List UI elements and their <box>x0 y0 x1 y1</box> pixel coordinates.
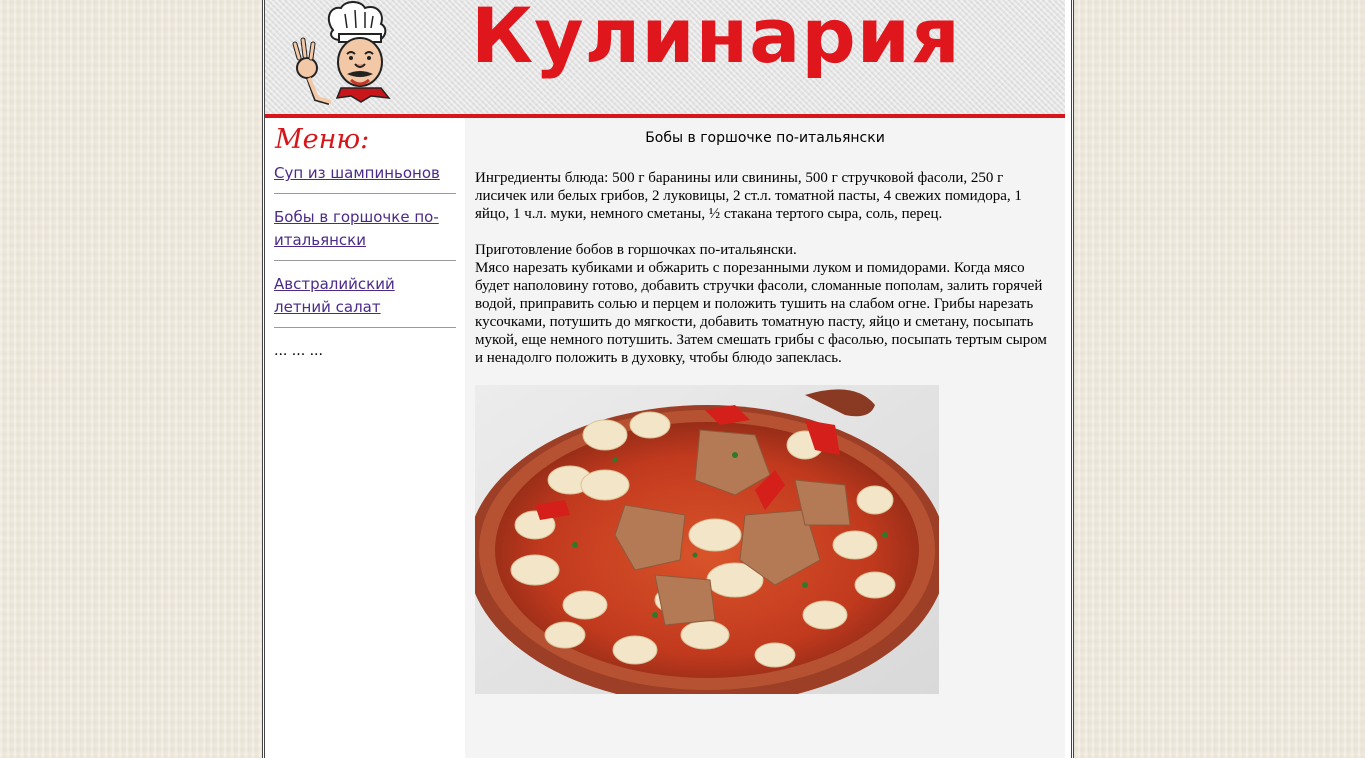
site-title: Кулинария <box>471 0 961 80</box>
recipe-ingredients: Ингредиенты блюда: 500 г баранины или св… <box>475 170 1022 222</box>
bean-stew-photo <box>475 385 939 694</box>
menu-heading: Меню: <box>275 124 370 155</box>
menu-list: Суп из шампиньонов Бобы в горшочке по-ит… <box>274 162 456 359</box>
site-header: Кулинария <box>265 0 1065 118</box>
sidebar-menu: Меню: Суп из шампиньонов Бобы в горшочке… <box>265 118 465 758</box>
menu-more-text: ... ... ... <box>274 343 323 359</box>
menu-link-mushroom-soup[interactable]: Суп из шампиньонов <box>274 164 440 182</box>
preparation-text: Мясо нарезать кубиками и обжарить с поре… <box>475 260 1047 366</box>
preparation-title: Приготовление бобов в горшочках по-италь… <box>475 242 797 258</box>
menu-link-australian-salad[interactable]: Австралийский летний салат <box>274 275 395 316</box>
menu-item-mushroom-soup: Суп из шампиньонов <box>274 162 456 194</box>
menu-item-australian-salad: Австралийский летний салат <box>274 273 456 328</box>
recipe-title: Бобы в горшочке по-итальянски <box>645 130 885 146</box>
menu-more: ... ... ... <box>274 340 456 359</box>
recipe-content: Бобы в горшочке по-итальянски Ингредиент… <box>465 118 1065 758</box>
chef-mascot-icon <box>292 1 391 105</box>
menu-link-beans-italian[interactable]: Бобы в горшочке по-итальянски <box>274 208 439 249</box>
menu-item-beans-italian: Бобы в горшочке по-итальянски <box>274 206 456 261</box>
page-frame: Кулинария Меню: Суп из шампиньонов Бобы … <box>262 0 1074 758</box>
